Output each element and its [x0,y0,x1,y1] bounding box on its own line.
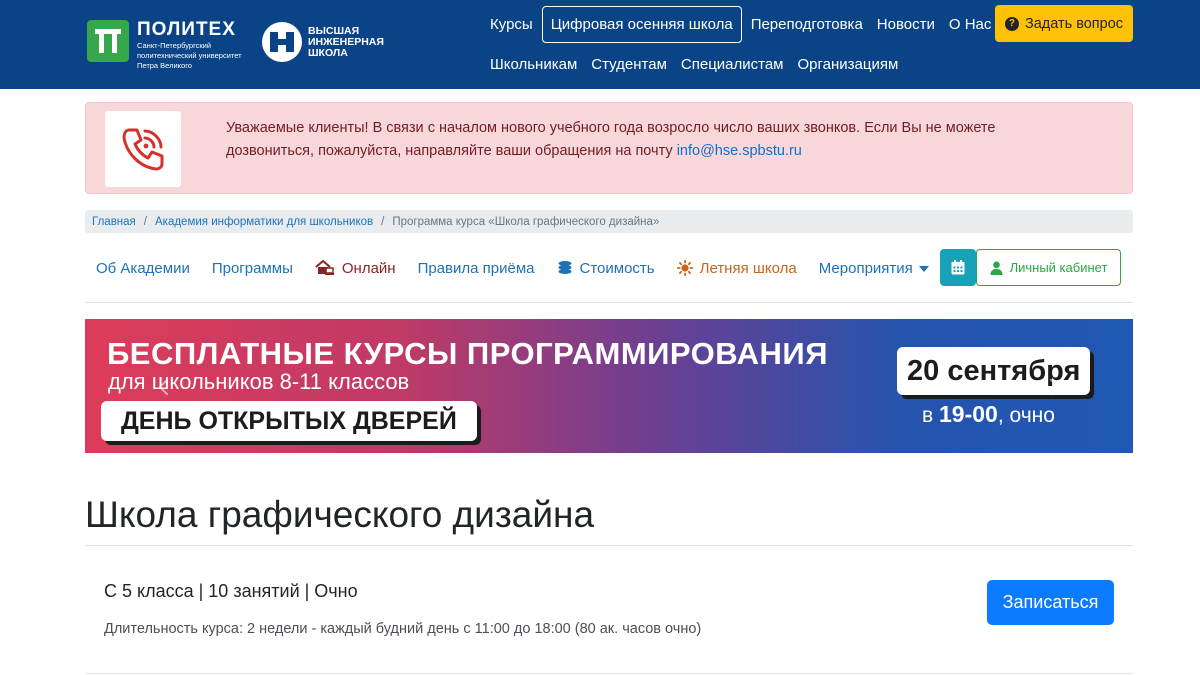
nav-retraining[interactable]: Переподготовка [744,16,870,33]
question-circle-icon: ? [1004,16,1019,31]
user-icon [990,261,1003,275]
subnav-events-dropdown[interactable]: Мероприятия [808,260,940,277]
banner-time-prefix: в [922,404,939,427]
subnav-summer-school[interactable]: Летняя школа [666,260,808,277]
alert-text: Уважаемые клиенты! В связи с началом нов… [226,120,996,159]
politech-logo-subtitle-3: Петра Великого [137,61,192,70]
enroll-button[interactable]: Записаться [987,580,1114,625]
nav-organizations[interactable]: Организациям [791,56,906,73]
banner-time: в 19-00, очно [922,401,1055,428]
banner-time-value: 19-00 [939,401,998,427]
breadcrumb: Главная / Академия информатики для школь… [85,210,1133,233]
personal-cabinet-button[interactable]: Личный кабинет [976,249,1121,286]
nav-schoolchildren[interactable]: Школьникам [483,56,584,73]
nav-news[interactable]: Новости [870,16,942,33]
hse-logo-line-3: ШКОЛА [308,46,348,59]
breadcrumb-home[interactable]: Главная [92,216,136,228]
announcement-alert: Уважаемые клиенты! В связи с началом нов… [85,102,1133,194]
nav-students[interactable]: Студентам [584,56,674,73]
subnav-programs[interactable]: Программы [201,260,304,277]
hse-logo-line-1: ВЫСШАЯ [308,24,360,37]
nav-about[interactable]: О Нас [942,16,999,33]
chevron-down-icon [918,266,929,272]
breadcrumb-separator: / [143,215,147,228]
ask-question-button[interactable]: ? Задать вопрос [995,5,1133,42]
calendar-button[interactable] [940,249,976,286]
title-divider [85,545,1133,546]
subnav-divider [85,302,1133,303]
nav-courses[interactable]: Курсы [483,16,540,33]
page-title: Школа графического дизайна [85,494,595,535]
house-laptop-icon [315,260,335,276]
subnav-about-academy[interactable]: Об Академии [85,260,201,277]
banner-time-suffix: , очно [997,404,1055,427]
hse-logo-line-2: ИНЖЕНЕРНАЯ [308,35,384,48]
breadcrumb-separator: / [381,215,385,228]
coins-icon [557,260,573,276]
subnav-online-label: Онлайн [341,259,396,277]
primary-nav: Курсы Цифровая осенняя школа Переподгото… [483,5,998,43]
subnav-cost[interactable]: Стоимость [546,260,666,277]
nav-specialists[interactable]: Специалистам [674,56,791,73]
politech-pi-icon [87,20,129,62]
subnav-online[interactable]: Онлайн [304,260,407,277]
banner-headline: БЕСПЛАТНЫЕ КУРСЫ ПРОГРАММИРОВАНИЯ [107,336,828,371]
alert-email-link[interactable]: info@hse.spbstu.ru [677,143,802,159]
breadcrumb-current: Программа курса «Школа графического диза… [392,215,660,228]
personal-cabinet-label: Личный кабинет [1009,260,1108,275]
course-duration: Длительность курса: 2 недели - каждый бу… [104,621,702,637]
breadcrumb-section[interactable]: Академия информатики для школьников [155,216,373,228]
politech-logo-subtitle-2: политехнический университет [137,51,242,60]
sun-icon [676,260,693,276]
site-header: ПОЛИТЕХ Санкт-Петербургский политехничес… [0,0,1200,89]
alert-message: Уважаемые клиенты! В связи с началом нов… [226,117,1046,163]
politech-logo[interactable]: ПОЛИТЕХ Санкт-Петербургский политехничес… [87,20,242,70]
calendar-icon [951,260,965,275]
content-divider [85,673,1133,674]
alert-icon-box [105,111,181,187]
subnav-admission-rules[interactable]: Правила приёма [407,260,546,277]
subnav-events-label: Мероприятия [818,259,913,277]
subnav-summer-school-label: Летняя школа [699,259,797,277]
hse-logo[interactable]: ВЫСШАЯ ИНЖЕНЕРНАЯ ШКОЛА [262,22,384,62]
promo-banner-carousel[interactable]: БЕСПЛАТНЫЕ КУРСЫ ПРОГРАММИРОВАНИЯ для шк… [85,319,1133,453]
course-meta: С 5 класса | 10 занятий | Очно [104,581,358,601]
politech-logo-title: ПОЛИТЕХ [137,19,236,40]
secondary-nav: Школьникам Студентам Специалистам Органи… [483,46,905,82]
hse-emblem-icon [262,22,302,62]
banner-date: 20 сентября [897,347,1091,395]
banner-open-day-pill: ДЕНЬ ОТКРЫТЫХ ДВЕРЕЙ [101,401,477,441]
politech-logo-subtitle-1: Санкт-Петербургский [137,41,212,50]
subnav-cost-label: Стоимость [579,259,655,277]
ask-question-label: Задать вопрос [1024,15,1124,32]
nav-digital-autumn-school[interactable]: Цифровая осенняя школа [541,5,742,43]
banner-subheadline: для школьников 8-11 классов [108,369,410,394]
phone-ringing-icon [122,128,164,171]
